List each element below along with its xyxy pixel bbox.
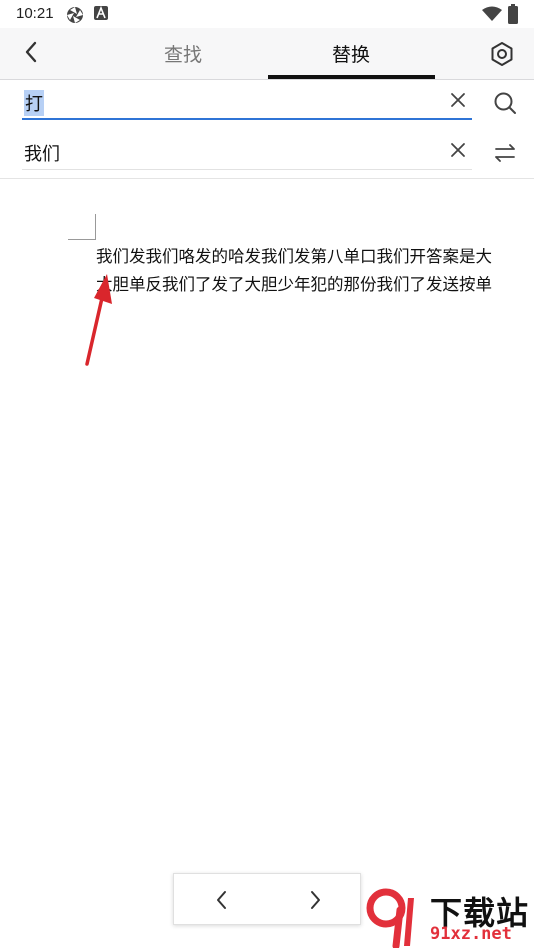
clear-find-icon[interactable]: [448, 90, 468, 110]
clear-replace-icon[interactable]: [448, 140, 468, 160]
page-margin-marker: [68, 214, 96, 240]
find-row: 打: [0, 80, 534, 128]
wifi-icon: [482, 6, 502, 21]
tab-header: 查找 替换: [0, 28, 534, 80]
chevron-left-icon[interactable]: [211, 888, 233, 912]
find-input-value: 打: [24, 90, 44, 116]
replace-row: 我们: [0, 130, 534, 178]
status-bar: 10:21: [0, 0, 534, 28]
find-input[interactable]: 打: [22, 80, 472, 120]
annotation-arrow-icon: [85, 274, 112, 366]
tab-replace[interactable]: 替换: [332, 40, 370, 67]
search-icon[interactable]: [492, 90, 518, 116]
document-line: 我们发我们咯发的哈发我们发第八单口我们开答案是大: [96, 247, 492, 266]
watermark-url: 91xz.net: [430, 924, 512, 944]
status-time: 10:21: [16, 5, 54, 22]
replace-input-value: 我们: [24, 144, 60, 165]
a-badge-icon: [94, 6, 108, 20]
result-navigation: [173, 873, 361, 925]
chevron-right-icon[interactable]: [304, 888, 326, 912]
swap-arrows-icon[interactable]: [492, 140, 518, 166]
chevron-left-icon[interactable]: [18, 38, 46, 66]
active-tab-indicator: [268, 75, 435, 79]
battery-icon: [508, 4, 518, 24]
document-line: 大胆单反我们了发了大胆少年犯的那份我们了发送按单: [96, 275, 492, 294]
tab-find[interactable]: 查找: [164, 40, 202, 67]
replace-input[interactable]: 我们: [22, 130, 472, 170]
aperture-icon: [67, 7, 83, 23]
hexagon-gear-icon[interactable]: [489, 41, 515, 67]
watermark-logo-icon: [366, 888, 414, 948]
